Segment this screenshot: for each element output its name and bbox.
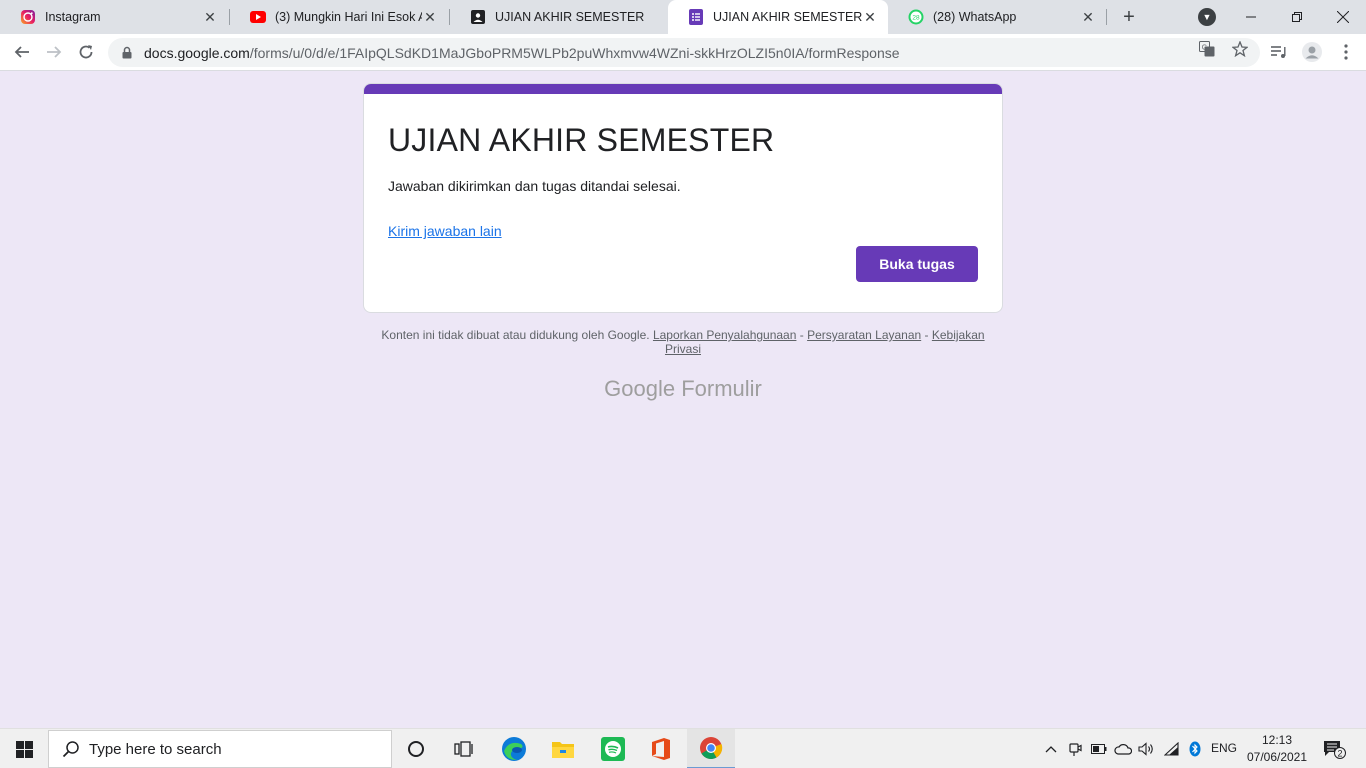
spotify-icon[interactable]: [589, 729, 637, 768]
task-view-button[interactable]: [440, 729, 488, 768]
tab-title: UJIAN AKHIR SEMESTER: [713, 10, 862, 24]
footer-separator: -: [799, 328, 804, 342]
tab-youtube[interactable]: (3) Mungkin Hari Ini Esok Atau Nanti ✕: [230, 0, 448, 34]
whatsapp-icon: 28: [908, 9, 924, 25]
bluetooth-icon[interactable]: [1185, 739, 1205, 759]
form-footer: Konten ini tidak dibuat atau didukung ol…: [363, 328, 1003, 356]
classroom-icon: [470, 9, 486, 25]
windows-taskbar: ENG 12:13 07/06/2021 2: [0, 728, 1366, 768]
restore-window-icon[interactable]: [1274, 0, 1320, 34]
browser-menu-icon[interactable]: [1336, 42, 1356, 62]
tab-ujian-classroom[interactable]: UJIAN AKHIR SEMESTER: [450, 0, 668, 34]
taskbar-search-input[interactable]: [89, 740, 369, 758]
google-wordmark: Google: [604, 376, 676, 401]
input-language-indicator[interactable]: ENG: [1211, 741, 1237, 755]
footer-separator: -: [924, 328, 929, 342]
onedrive-cloud-icon[interactable]: [1113, 739, 1133, 759]
cortana-button[interactable]: [392, 729, 440, 768]
new-tab-button[interactable]: +: [1118, 6, 1140, 28]
form-confirmation-card: UJIAN AKHIR SEMESTER Jawaban dikirimkan …: [363, 83, 1003, 313]
minimize-window-icon[interactable]: [1228, 0, 1274, 34]
tab-separator: [1106, 9, 1107, 25]
tab-title: UJIAN AKHIR SEMESTER: [495, 10, 645, 24]
url-path: /forms/u/0/d/e/1FAIpQLSdKD1MaJGboPRM5WLP…: [249, 44, 900, 61]
form-title: UJIAN AKHIR SEMESTER: [388, 122, 775, 158]
whatsapp-badge: 28: [912, 15, 920, 22]
taskbar-clock[interactable]: 12:13 07/06/2021: [1244, 732, 1310, 766]
file-explorer-icon[interactable]: [539, 729, 587, 768]
media-control-icon[interactable]: [1269, 42, 1289, 62]
clock-date: 07/06/2021: [1246, 750, 1308, 764]
reload-button[interactable]: [73, 39, 99, 65]
terms-of-service-link[interactable]: Persyaratan Layanan: [807, 328, 921, 342]
meet-now-icon[interactable]: [1065, 739, 1085, 759]
tab-title: (3) Mungkin Hari Ini Esok Atau Nanti: [275, 10, 422, 24]
browser-tab-strip: Instagram ✕ (3) Mungkin Hari Ini Esok At…: [0, 0, 1366, 34]
search-icon: [61, 740, 81, 758]
edge-browser-icon[interactable]: [490, 729, 538, 768]
translate-icon[interactable]: G: [1199, 41, 1215, 57]
url-host: docs.google.com: [144, 44, 250, 61]
back-button[interactable]: [9, 39, 35, 65]
chrome-icon[interactable]: [687, 729, 735, 768]
bookmark-star-icon[interactable]: [1232, 41, 1248, 57]
open-assignment-button[interactable]: Buka tugas: [856, 246, 978, 282]
action-center-notifications-icon[interactable]: 2: [1322, 739, 1346, 759]
close-tab-icon[interactable]: ✕: [862, 9, 878, 25]
show-hidden-icons-chevron[interactable]: [1041, 739, 1061, 759]
close-tab-icon[interactable]: ✕: [1080, 9, 1096, 25]
google-forms-logo[interactable]: Google Formulir: [363, 376, 1003, 402]
forms-wordmark: Formulir: [681, 376, 762, 401]
tab-whatsapp[interactable]: 28 (28) WhatsApp ✕: [888, 0, 1106, 34]
lock-icon[interactable]: [120, 46, 134, 59]
profile-avatar-icon[interactable]: [1302, 42, 1322, 62]
report-abuse-link[interactable]: Laporkan Penyalahgunaan: [653, 328, 796, 342]
address-bar[interactable]: docs.google.com/forms/u/0/d/e/1FAIpQLSdK…: [108, 38, 1260, 67]
close-tab-icon[interactable]: ✕: [202, 9, 218, 25]
taskbar-search-box[interactable]: [48, 730, 392, 768]
tab-title: Instagram: [45, 10, 101, 24]
tab-ujian-forms[interactable]: UJIAN AKHIR SEMESTER ✕: [668, 0, 888, 34]
wifi-icon[interactable]: [1162, 739, 1182, 759]
card-accent-bar: [364, 84, 1002, 94]
close-tab-icon[interactable]: ✕: [422, 9, 438, 25]
office-icon[interactable]: [637, 729, 685, 768]
notification-count: 2: [1337, 748, 1342, 758]
google-forms-icon: [688, 9, 704, 25]
tab-instagram[interactable]: Instagram ✕: [0, 0, 228, 34]
battery-icon[interactable]: [1089, 739, 1109, 759]
url-text[interactable]: docs.google.com/forms/u/0/d/e/1FAIpQLSdK…: [144, 45, 900, 61]
instagram-icon: [20, 9, 36, 25]
clock-time: 12:13: [1261, 733, 1293, 747]
forward-button[interactable]: [41, 39, 67, 65]
confirmation-message: Jawaban dikirimkan dan tugas ditandai se…: [388, 178, 681, 194]
volume-icon[interactable]: [1137, 739, 1157, 759]
youtube-icon: [250, 9, 266, 25]
windows-start-button[interactable]: [0, 729, 48, 768]
submit-another-response-link[interactable]: Kirim jawaban lain: [388, 223, 502, 239]
footer-disclaimer: Konten ini tidak dibuat atau didukung ol…: [381, 328, 650, 342]
windows-logo-icon: [15, 740, 33, 758]
close-window-icon[interactable]: [1320, 0, 1366, 34]
tab-title: (28) WhatsApp: [933, 10, 1017, 24]
tab-search-icon[interactable]: ▼: [1198, 8, 1216, 26]
svg-text:G: G: [1202, 45, 1207, 52]
browser-toolbar: docs.google.com/forms/u/0/d/e/1FAIpQLSdK…: [0, 34, 1366, 71]
